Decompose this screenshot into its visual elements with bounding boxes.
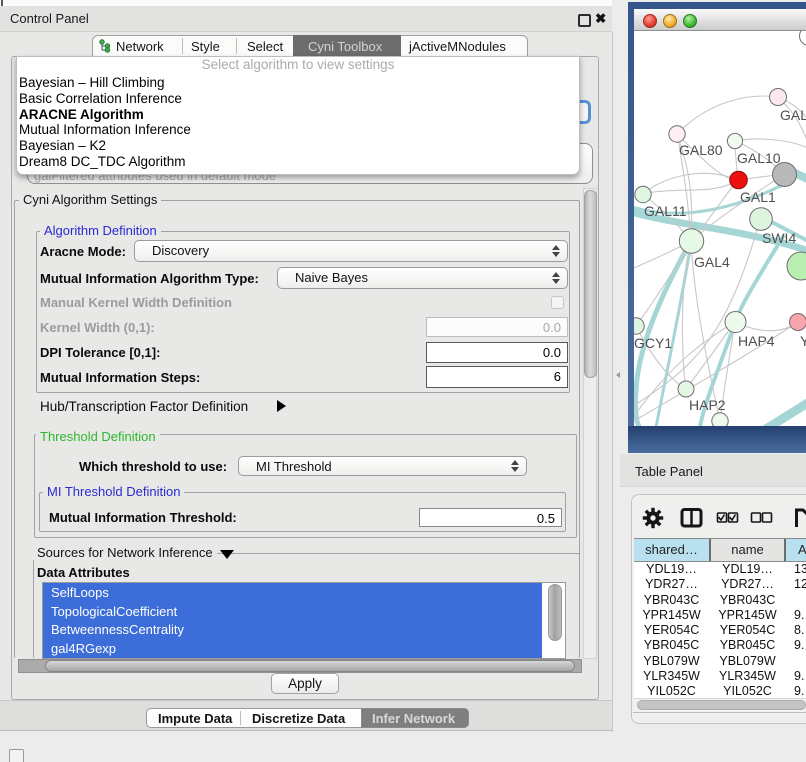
- svg-text:GAL10: GAL10: [737, 150, 781, 166]
- svg-text:GAL1: GAL1: [740, 189, 776, 205]
- svg-text:SWI4: SWI4: [762, 230, 796, 246]
- svg-text:GAL11: GAL11: [644, 203, 687, 219]
- svg-text:GAL80: GAL80: [679, 142, 723, 158]
- svg-text:HAP4: HAP4: [738, 333, 775, 349]
- svg-text:GAL4: GAL4: [694, 254, 730, 270]
- svg-text:GAL: GAL: [780, 107, 806, 123]
- svg-text:GCY1: GCY1: [634, 335, 672, 351]
- svg-text:Y: Y: [800, 333, 806, 349]
- svg-text:HAP2: HAP2: [689, 397, 726, 413]
